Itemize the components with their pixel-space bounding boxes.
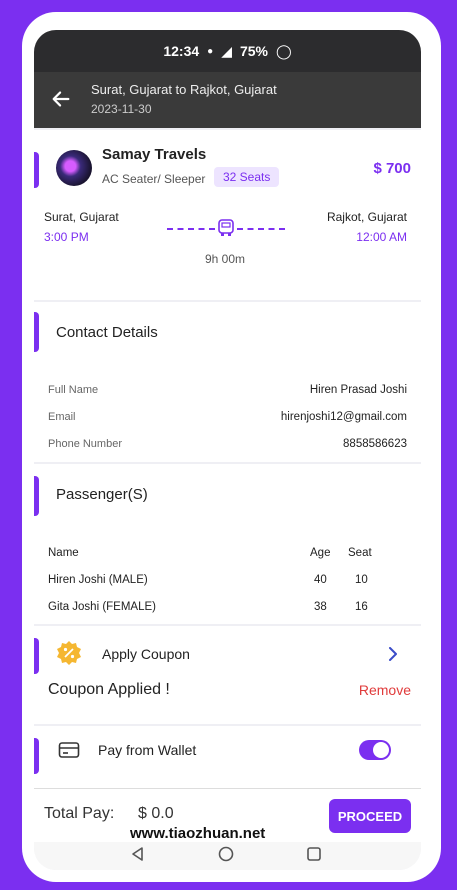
chevron-right-icon[interactable] (387, 647, 399, 661)
travel-date: 2023-11-30 (91, 102, 152, 116)
card-accent (34, 638, 39, 674)
card-accent (34, 738, 39, 774)
seat-header: Seat (348, 547, 372, 559)
nav-recent-icon[interactable] (306, 846, 322, 862)
back-arrow-icon[interactable] (50, 88, 72, 110)
trip-duration: 9h 00m (205, 252, 246, 266)
contact-title: Contact Details (56, 324, 158, 341)
phone-label: Phone Number (48, 438, 122, 450)
name-header: Name (48, 547, 79, 559)
total-pay-label: Total Pay: (44, 805, 115, 822)
app-bar: Surat, Gujarat to Rajkot, Gujarat 2023-1… (34, 72, 421, 128)
coupon-badge-icon (57, 641, 81, 665)
passengers-title: Passenger(S) (56, 486, 148, 503)
system-nav-bar (34, 842, 421, 870)
coupon-card[interactable]: Apply Coupon Coupon Applied ! Remove (34, 626, 421, 724)
signal-icon: ◢ (221, 42, 232, 59)
operator-logo (56, 150, 92, 186)
email-label: Email (48, 411, 76, 423)
passenger-seat: 10 (355, 574, 368, 586)
status-time: 12:34 (163, 43, 200, 59)
contact-details-card: Contact Details Full Name Hiren Prasad J… (34, 302, 421, 462)
payment-bar: Total Pay: $ 0.0 www.tiaozhuan.net PROCE… (34, 788, 421, 843)
departure-time: 3:00 PM (44, 230, 89, 244)
nav-back-icon[interactable] (130, 846, 146, 862)
arrival-time: 12:00 AM (356, 230, 407, 244)
seats-badge: 32 Seats (214, 167, 280, 187)
status-bar: 12:34 ● ◢ 75% ◯ (34, 30, 421, 72)
departure-city: Surat, Gujarat (44, 210, 119, 224)
notification-dot: ● (207, 45, 214, 57)
battery-level: 75% (239, 43, 268, 59)
route-line-right (237, 228, 285, 230)
total-pay-amount: $ 0.0 (138, 805, 174, 822)
wallet-toggle[interactable] (359, 740, 391, 760)
passenger-name: Gita Joshi (FEMALE) (48, 601, 156, 613)
screen: 12:34 ● ◢ 75% ◯ Surat, Gujarat to Rajkot… (34, 30, 421, 870)
phone-frame: 12:34 ● ◢ 75% ◯ Surat, Gujarat to Rajkot… (22, 12, 441, 882)
card-accent (34, 152, 39, 188)
passenger-age: 38 (314, 601, 327, 613)
passengers-card: Passenger(S) Name Age Seat Hiren Joshi (… (34, 464, 421, 624)
arrival-city: Rajkot, Gujarat (326, 210, 407, 224)
card-accent (34, 476, 39, 516)
fare-price: $ 700 (373, 160, 411, 177)
bus-type: AC Seater/ Sleeper (102, 172, 206, 186)
route-line-left (167, 228, 215, 230)
route-title: Surat, Gujarat to Rajkot, Gujarat (91, 82, 277, 97)
bus-icon (218, 219, 234, 236)
nav-home-icon[interactable] (217, 845, 235, 863)
card-accent (34, 312, 39, 352)
operator-name: Samay Travels (102, 146, 207, 163)
passenger-age: 40 (314, 574, 327, 586)
proceed-button[interactable]: PROCEED (329, 799, 411, 833)
email-value: hirenjoshi12@gmail.com (280, 411, 407, 423)
bus-summary-card: Samay Travels AC Seater/ Sleeper 32 Seat… (34, 130, 421, 300)
phone-value: 8858586623 (343, 438, 407, 450)
coupon-applied-text: Coupon Applied ! (48, 681, 170, 698)
wallet-card: Pay from Wallet (34, 726, 421, 788)
pay-from-wallet-label: Pay from Wallet (98, 742, 197, 758)
wallet-icon (58, 742, 80, 758)
remove-coupon-button[interactable]: Remove (359, 682, 411, 698)
battery-ring-icon: ◯ (276, 42, 292, 59)
toggle-knob (373, 742, 389, 758)
passenger-name: Hiren Joshi (MALE) (48, 574, 148, 586)
watermark: www.tiaozhuan.net (130, 825, 266, 842)
full-name-value: Hiren Prasad Joshi (309, 384, 407, 396)
passenger-seat: 16 (355, 601, 368, 613)
apply-coupon-label[interactable]: Apply Coupon (102, 646, 190, 662)
full-name-label: Full Name (48, 384, 99, 396)
age-header: Age (310, 547, 331, 559)
